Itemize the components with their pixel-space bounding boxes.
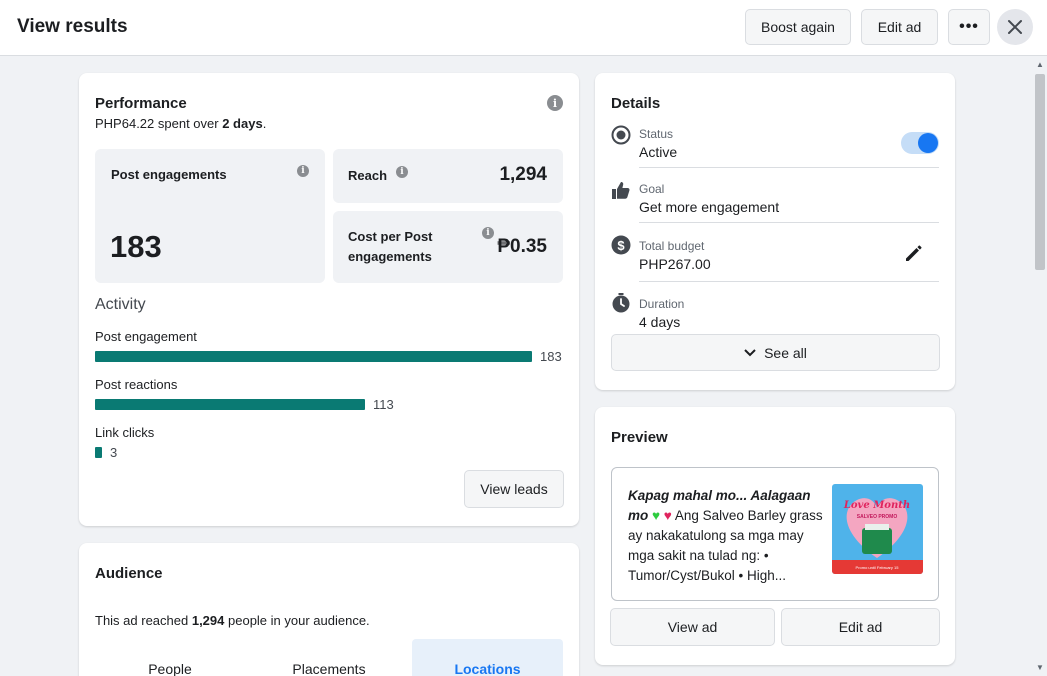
tab-locations[interactable]: Locations bbox=[412, 639, 563, 676]
ad-image-subtitle: SALVEO PROMO bbox=[857, 514, 898, 520]
goal-label: Goal bbox=[639, 182, 665, 196]
page-title: View results bbox=[17, 16, 128, 37]
status-label: Status bbox=[639, 127, 674, 141]
reach-metric: Reach i 1,294 bbox=[333, 149, 563, 203]
budget-value: PHP267.00 bbox=[639, 256, 711, 272]
info-icon[interactable]: i bbox=[482, 227, 494, 239]
preview-card: Preview Kapag mahal mo... Aalagaan mo ♥ … bbox=[595, 407, 955, 665]
ad-image: Love Month SALVEO PROMO Promo until Febr… bbox=[832, 484, 923, 574]
preview-edit-ad-button[interactable]: Edit ad bbox=[781, 608, 940, 646]
cost-label: Cost per Post engagements bbox=[348, 227, 433, 267]
activity-title: Activity bbox=[95, 296, 146, 313]
activity-label: Post engagement bbox=[95, 329, 197, 344]
divider bbox=[639, 222, 939, 223]
status-toggle[interactable] bbox=[901, 132, 939, 154]
see-all-button[interactable]: See all bbox=[611, 334, 940, 371]
pencil-edit-icon[interactable] bbox=[904, 243, 924, 263]
activity-value: 113 bbox=[373, 397, 394, 412]
svg-text:$: $ bbox=[617, 238, 625, 253]
boost-again-button[interactable]: Boost again bbox=[745, 9, 851, 45]
reach-label: Reach bbox=[348, 168, 388, 183]
audience-card: Audience This ad reached 1,294 people in… bbox=[79, 543, 579, 676]
activity-bar bbox=[95, 351, 532, 362]
tab-placements[interactable]: Placements bbox=[254, 639, 404, 676]
details-title: Details bbox=[611, 95, 661, 112]
scroll-down-arrow-icon[interactable]: ▼ bbox=[1036, 663, 1044, 672]
post-engagements-metric: Post engagements i 183 bbox=[95, 149, 325, 283]
status-row: Status Active bbox=[611, 125, 939, 169]
duration-label: Duration bbox=[639, 297, 685, 311]
spent-amount: PHP64.22 bbox=[95, 116, 155, 131]
budget-label: Total budget bbox=[639, 239, 705, 253]
performance-title: Performance bbox=[95, 95, 187, 112]
performance-card: Performance i PHP64.22 spent over 2 days… bbox=[79, 73, 579, 526]
ad-image-title: Love Month bbox=[843, 500, 910, 511]
post-engagements-value: 183 bbox=[110, 229, 162, 264]
activity-value: 183 bbox=[540, 349, 562, 364]
thumbs-up-icon bbox=[612, 182, 630, 199]
divider bbox=[639, 281, 939, 282]
activity-bar bbox=[95, 447, 102, 458]
ad-preview-text: Kapag mahal mo... Aalagaan mo ♥ ♥ Ang Sa… bbox=[628, 486, 824, 586]
stopwatch-icon bbox=[612, 293, 630, 313]
goal-value: Get more engagement bbox=[639, 199, 780, 215]
cost-label-line1: Cost per Post bbox=[348, 229, 433, 244]
dollar-icon: $ bbox=[611, 235, 631, 255]
status-value: Active bbox=[639, 144, 678, 160]
goal-row: Goal Get more engagement bbox=[611, 180, 939, 224]
cost-value: ₱0.35 bbox=[497, 236, 547, 257]
audience-text-pre: This ad reached bbox=[95, 613, 192, 628]
scroll-up-arrow-icon[interactable]: ▲ bbox=[1036, 60, 1044, 69]
info-icon[interactable]: i bbox=[547, 95, 563, 111]
info-icon[interactable]: i bbox=[297, 165, 309, 177]
activity-bar bbox=[95, 399, 365, 410]
edit-ad-button[interactable]: Edit ad bbox=[861, 9, 938, 45]
reach-value: 1,294 bbox=[499, 164, 547, 185]
header-bar: View results Boost again Edit ad ••• bbox=[0, 0, 1047, 56]
spent-summary: PHP64.22 spent over 2 days. bbox=[95, 116, 266, 131]
divider bbox=[639, 167, 939, 168]
audience-reach-count: 1,294 bbox=[191, 613, 225, 628]
details-card: Details Status Active Goal Get more enga… bbox=[595, 73, 955, 390]
spent-end: . bbox=[262, 116, 267, 131]
close-icon bbox=[1008, 20, 1022, 34]
activity-label: Post reactions bbox=[95, 377, 178, 392]
status-radio-icon bbox=[611, 125, 631, 145]
more-options-button[interactable]: ••• bbox=[948, 9, 990, 45]
duration-value: 4 days bbox=[639, 314, 681, 330]
spent-mid: spent over bbox=[154, 116, 223, 131]
info-icon[interactable]: i bbox=[396, 166, 408, 178]
cost-per-engagement-metric: Cost per Post engagements i ₱0.35 bbox=[333, 211, 563, 283]
budget-row: $ Total budget PHP267.00 bbox=[611, 235, 939, 283]
chevron-down-icon bbox=[744, 348, 756, 356]
red-heart-icon: ♥ bbox=[660, 508, 672, 523]
audience-title: Audience bbox=[95, 565, 163, 582]
activity-value: 3 bbox=[110, 445, 118, 460]
close-button[interactable] bbox=[997, 9, 1033, 45]
ad-preview[interactable]: Kapag mahal mo... Aalagaan mo ♥ ♥ Ang Sa… bbox=[611, 467, 939, 601]
view-leads-button[interactable]: View leads bbox=[464, 470, 564, 508]
activity-label: Link clicks bbox=[95, 425, 155, 440]
scrollbar-thumb[interactable] bbox=[1035, 74, 1045, 270]
ad-image-footer: Promo until February 15 bbox=[856, 565, 900, 570]
green-heart-icon: ♥ bbox=[648, 508, 661, 523]
duration-row: Duration 4 days bbox=[611, 293, 939, 333]
cost-label-line2: engagements bbox=[348, 249, 432, 264]
see-all-label: See all bbox=[764, 344, 807, 361]
tab-people[interactable]: People bbox=[95, 639, 245, 676]
toggle-knob bbox=[918, 133, 938, 153]
spent-days: 2 days bbox=[222, 116, 263, 131]
audience-text-post: people in your audience. bbox=[224, 613, 370, 628]
audience-summary: This ad reached 1,294 people in your aud… bbox=[95, 613, 370, 628]
view-ad-button[interactable]: View ad bbox=[610, 608, 775, 646]
preview-title: Preview bbox=[611, 429, 668, 446]
post-engagements-label: Post engagements bbox=[111, 167, 227, 182]
